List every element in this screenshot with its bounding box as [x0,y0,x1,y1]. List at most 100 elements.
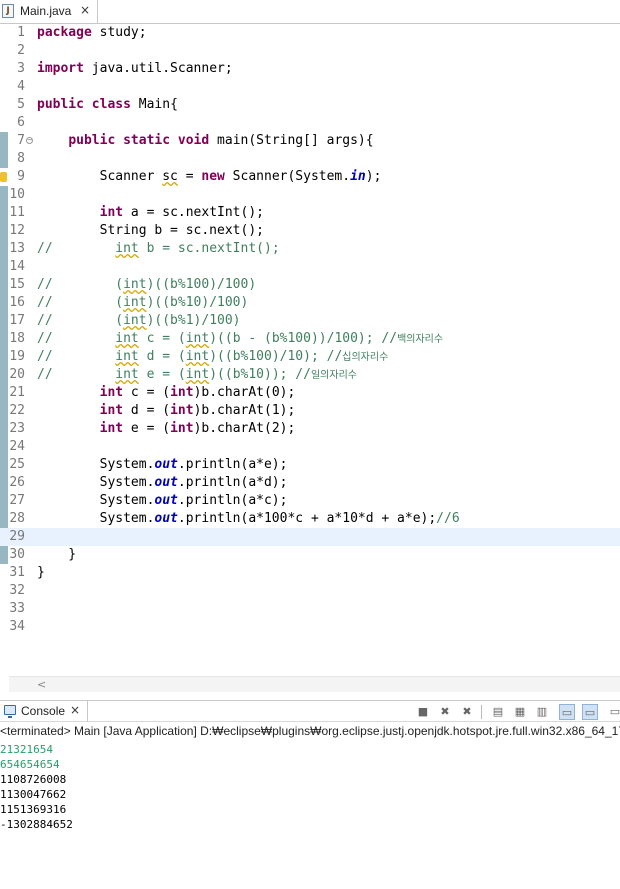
console-output-line: 1108726008 [0,773,67,786]
scroll-left-icon[interactable]: < [37,677,46,692]
code-line[interactable]: 3 import java.util.Scanner; [0,60,620,78]
code-line[interactable]: 21 int c = (int)b.charAt(0); [0,384,620,402]
line-number: 15 [9,277,25,292]
code-line[interactable]: 18 // int c = (int)((b - (b%100))/100); /… [0,330,620,348]
code-line[interactable]: 1 package study; [0,24,620,42]
code-editor[interactable]: 1 package study; 2 3 import java.util.Scanne… [0,24,620,692]
code-line[interactable]: 11 int a = sc.nextInt(); [0,204,620,222]
code-line[interactable]: 10 [0,186,620,204]
terminate-icon[interactable]: ■ [415,704,431,720]
tab-console[interactable]: Console × [0,701,88,722]
console-output[interactable]: 21321654 654654654 1108726008 1130047662 11… [0,742,620,832]
warning-icon[interactable] [0,172,7,182]
line-number: 34 [9,619,25,634]
remove-launch-icon[interactable]: ✖ [437,704,453,720]
code-line[interactable]: 14 [0,258,620,276]
code-line[interactable]: 30 } [0,546,620,564]
code-line[interactable]: 28 System.out.println(a*100*c + a*10*d +… [0,510,620,528]
code-line[interactable]: 19 // int d = (int)((b%100)/10); //십의자리수 [0,348,620,366]
code-line[interactable]: 23 int e = (int)b.charAt(2); [0,420,620,438]
code-line[interactable]: 7− public static void main(String[] args… [0,132,620,150]
console-output-line: 1151369316 [0,803,67,816]
show-on-stdout-icon[interactable]: ▭ [559,704,575,720]
code-line[interactable]: 26 System.out.println(a*d); [0,474,620,492]
line-number: 26 [9,475,25,490]
code-text: int d = (int)b.charAt(1); [99,403,296,418]
tab-main-java[interactable]: J Main.java × [0,0,98,23]
console-output-lines: 1108726008 1130047662 1151369316 -130288465… [0,772,620,832]
line-number: 23 [9,421,25,436]
code-text: int e = (int)b.charAt(2); [99,421,296,436]
console-output-line: 1130047662 [0,788,67,801]
scroll-lock-icon[interactable]: ▦ [512,704,528,720]
code-text: System.out.println(a*100*c + a*10*d + a*… [37,511,460,526]
code-text: // int b = sc.nextInt(); [37,241,280,256]
code-line[interactable]: 27 System.out.println(a*c); [0,492,620,510]
line-number: 8 [17,151,25,166]
code-text: int a = sc.nextInt(); [99,205,264,220]
line-number: 32 [9,583,25,598]
code-text: System.out.println(a*c); [37,493,288,508]
code-line[interactable]: 16 // (int)((b%10)/100) [0,294,620,312]
code-line[interactable]: 12 String b = sc.next(); [0,222,620,240]
code-line[interactable]: 25 System.out.println(a*e); [0,456,620,474]
line-number: 12 [9,223,25,238]
line-number: 20 [9,367,25,382]
code-line[interactable]: 4 [0,78,620,96]
show-on-stderr-icon[interactable]: ▭ [582,704,598,720]
toolbar-separator [481,705,482,719]
code-text: Scanner sc = new Scanner(System.in); [37,169,382,184]
editor-tab-bar: J Main.java × [0,0,620,24]
line-number: 17 [9,313,25,328]
line-number: 4 [17,79,25,94]
line-number: 24 [9,439,25,454]
code-line[interactable]: 6 [0,114,620,132]
code-text: // (int)((b%1)/100) [37,313,241,328]
line-number: 27 [9,493,25,508]
line-number: 14 [9,259,25,274]
word-wrap-icon[interactable]: ▥ [534,704,550,720]
pin-console-icon[interactable]: ▭ [607,704,620,720]
code-line[interactable]: 13 // int b = sc.nextInt(); [0,240,620,258]
line-number: 13 [9,241,25,256]
code-line[interactable]: 29 [0,528,620,546]
line-number: 11 [9,205,25,220]
code-text: // (int)((b%100)/100) [37,277,257,292]
code-line[interactable]: 32 [0,582,620,600]
console-close-icon[interactable]: × [70,703,80,717]
code-text: // (int)((b%10)/100) [37,295,249,310]
code-text: } [37,547,77,562]
line-number: 19 [9,349,25,364]
console-output-line: -1302884652 [0,818,73,831]
line-number: 22 [9,403,25,418]
remove-all-terminated-icon[interactable]: ✖ [459,704,475,720]
line-number: 28 [9,511,25,526]
console-input-line: 21321654 [0,743,53,756]
code-line[interactable]: 31} [0,564,620,582]
code-line[interactable]: 20 // int e = (int)((b%10)); //일의자리수 [0,366,620,384]
console-input-line: 654654654 [0,758,60,771]
code-line[interactable]: 34 [0,618,620,636]
code-line[interactable]: 5 public class Main{ [0,96,620,114]
tab-label: Main.java [20,4,72,18]
code-line[interactable]: 15 // (int)((b%100)/100) [0,276,620,294]
code-line[interactable]: 17 // (int)((b%1)/100) [0,312,620,330]
line-number: 2 [17,43,25,58]
code-text: String b = sc.next(); [37,223,264,238]
code-line[interactable]: 9 Scanner sc = new Scanner(System.in); [0,168,620,186]
code-line[interactable]: 22 int d = (int)b.charAt(1); [0,402,620,420]
clear-console-icon[interactable]: ▤ [490,704,506,720]
code-text: System.out.println(a*d); [37,475,288,490]
horizontal-scrollbar[interactable]: < [9,676,620,692]
line-number: 3 [17,61,25,76]
code-line[interactable]: 24 [0,438,620,456]
code-line[interactable]: 8 [0,150,620,168]
code-line[interactable]: 2 [0,42,620,60]
code-text: // int e = (int)((b%10)); //일의자리수 [37,367,357,382]
code-text: // int d = (int)((b%100)/10); //십의자리수 [37,349,389,364]
tab-close-icon[interactable]: × [80,3,90,17]
line-number: 1 [17,25,25,40]
fold-collapse-icon[interactable]: − [26,137,33,144]
line-number: 31 [9,565,25,580]
code-line[interactable]: 33 [0,600,620,618]
